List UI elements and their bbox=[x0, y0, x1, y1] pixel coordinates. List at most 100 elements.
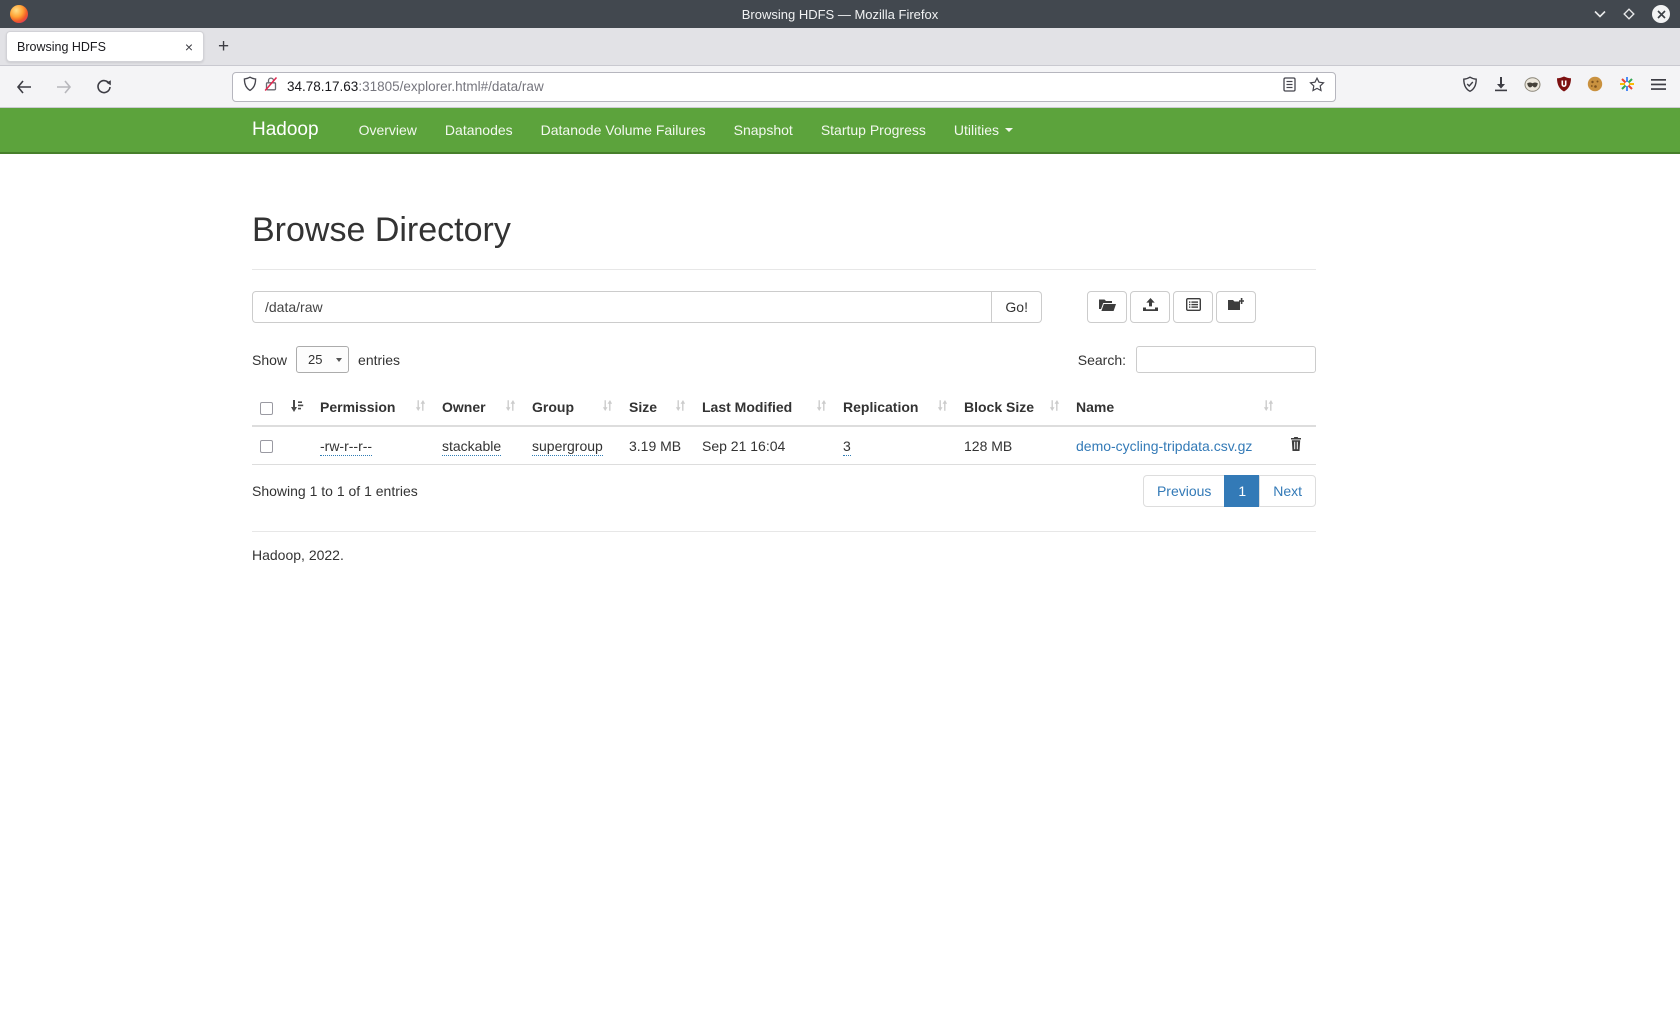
column-header-owner[interactable]: Owner bbox=[434, 389, 524, 426]
url-text[interactable]: 34.78.17.63:31805/explorer.html#/data/ra… bbox=[287, 79, 1283, 94]
nav-item-overview[interactable]: Overview bbox=[345, 122, 431, 138]
cut-paste-button[interactable] bbox=[1087, 291, 1127, 323]
browse-directory-page: Browse Directory Go! bbox=[252, 211, 1316, 563]
back-button[interactable] bbox=[10, 73, 38, 101]
upload-icon bbox=[1143, 298, 1158, 316]
forward-button[interactable] bbox=[50, 73, 78, 101]
path-input[interactable] bbox=[252, 291, 992, 323]
reload-button[interactable] bbox=[90, 73, 118, 101]
browser-toolbar: 34.78.17.63:31805/explorer.html#/data/ra… bbox=[0, 66, 1680, 108]
sort-active-icon bbox=[290, 399, 304, 415]
select-all-checkbox[interactable] bbox=[260, 402, 273, 415]
replication-value[interactable]: 3 bbox=[843, 438, 851, 456]
downloads-icon[interactable] bbox=[1494, 76, 1508, 97]
sort-icon bbox=[602, 399, 613, 415]
table-header-row: Permission Owner Group Size Last Modifie… bbox=[252, 389, 1316, 426]
sort-icon bbox=[505, 399, 516, 415]
sort-icon bbox=[1049, 399, 1060, 415]
pagination: Previous 1 Next bbox=[1143, 475, 1316, 507]
new-folder-icon bbox=[1228, 298, 1244, 316]
new-tab-button[interactable]: + bbox=[206, 36, 241, 58]
sort-icon bbox=[675, 399, 686, 415]
search-label: Search: bbox=[1078, 352, 1126, 368]
size-value: 3.19 MB bbox=[629, 438, 681, 454]
search-input[interactable] bbox=[1136, 346, 1316, 373]
protections-shield-icon[interactable] bbox=[1462, 76, 1478, 98]
insecure-lock-icon[interactable] bbox=[264, 76, 278, 97]
file-list-icon bbox=[1186, 298, 1201, 316]
window-titlebar: Browsing HDFS — Mozilla Firefox bbox=[0, 0, 1680, 28]
tab-title: Browsing HDFS bbox=[17, 40, 181, 54]
column-header-block-size[interactable]: Block Size bbox=[956, 389, 1068, 426]
upload-file-button[interactable] bbox=[1130, 291, 1170, 323]
last-modified-value: Sep 21 16:04 bbox=[702, 438, 785, 454]
go-button[interactable]: Go! bbox=[992, 291, 1042, 323]
menu-icon[interactable] bbox=[1651, 78, 1666, 96]
permission-value[interactable]: -rw-r--r-- bbox=[320, 438, 372, 456]
file-table: Permission Owner Group Size Last Modifie… bbox=[252, 389, 1316, 465]
sort-icon bbox=[1263, 399, 1274, 415]
nav-item-snapshot[interactable]: Snapshot bbox=[720, 122, 807, 138]
window-title: Browsing HDFS — Mozilla Firefox bbox=[0, 7, 1680, 22]
show-label: Show bbox=[252, 352, 287, 368]
table-row: -rw-r--r-- stackable supergroup 3.19 MB … bbox=[252, 426, 1316, 465]
column-header-group[interactable]: Group bbox=[524, 389, 621, 426]
entries-label: entries bbox=[358, 352, 400, 368]
firefox-logo-icon bbox=[10, 5, 28, 23]
footer-text: Hadoop, 2022. bbox=[252, 547, 1316, 563]
create-directory-button[interactable] bbox=[1216, 291, 1256, 323]
bookmark-star-icon[interactable] bbox=[1309, 77, 1325, 97]
url-path: :31805/explorer.html#/data/raw bbox=[358, 79, 543, 94]
entries-summary: Showing 1 to 1 of 1 entries bbox=[252, 483, 418, 499]
cookie-extension-icon[interactable] bbox=[1587, 76, 1603, 97]
row-checkbox[interactable] bbox=[260, 440, 273, 453]
file-link[interactable]: demo-cycling-tripdata.csv.gz bbox=[1076, 438, 1252, 454]
nav-item-datanodes[interactable]: Datanodes bbox=[431, 122, 527, 138]
footer-divider bbox=[252, 531, 1316, 532]
tab-close-icon[interactable]: × bbox=[181, 40, 197, 54]
sort-icon bbox=[415, 399, 426, 415]
group-value[interactable]: supergroup bbox=[532, 438, 603, 456]
window-minimize-icon[interactable] bbox=[1594, 10, 1606, 18]
extension-mask-icon[interactable] bbox=[1524, 77, 1541, 97]
column-header-permission[interactable]: Permission bbox=[312, 389, 434, 426]
select-all-header[interactable] bbox=[252, 389, 282, 426]
tab-bar: Browsing HDFS × + bbox=[0, 28, 1680, 66]
page-1-button[interactable]: 1 bbox=[1224, 475, 1260, 507]
page-title: Browse Directory bbox=[252, 211, 1316, 250]
delete-file-button[interactable] bbox=[1290, 437, 1302, 454]
column-header-last-modified[interactable]: Last Modified bbox=[694, 389, 835, 426]
column-header-name[interactable]: Name bbox=[1068, 389, 1282, 426]
window-maximize-icon[interactable] bbox=[1622, 7, 1636, 21]
entries-select[interactable]: 25 bbox=[296, 346, 349, 373]
sort-icon bbox=[816, 399, 827, 415]
chevron-down-icon bbox=[336, 358, 342, 362]
set-quota-button[interactable] bbox=[1173, 291, 1213, 323]
nav-item-startup-progress[interactable]: Startup Progress bbox=[807, 122, 940, 138]
owner-value[interactable]: stackable bbox=[442, 438, 501, 456]
url-host: 34.78.17.63 bbox=[287, 79, 358, 94]
navbar-brand[interactable]: Hadoop bbox=[252, 119, 319, 141]
trash-icon bbox=[1290, 437, 1302, 454]
hadoop-navbar: Hadoop Overview Datanodes Datanode Volum… bbox=[0, 108, 1680, 154]
chevron-down-icon bbox=[1005, 128, 1013, 132]
previous-page-button[interactable]: Previous bbox=[1143, 475, 1225, 507]
tracking-shield-icon[interactable] bbox=[243, 76, 257, 97]
divider bbox=[252, 269, 1316, 270]
nav-item-utilities[interactable]: Utilities bbox=[940, 122, 1027, 138]
next-page-button[interactable]: Next bbox=[1259, 475, 1316, 507]
colorburst-extension-icon[interactable] bbox=[1619, 76, 1635, 97]
ublock-icon[interactable] bbox=[1557, 76, 1571, 97]
nav-item-datanode-volume-failures[interactable]: Datanode Volume Failures bbox=[527, 122, 720, 138]
sort-icon bbox=[937, 399, 948, 415]
column-header-actions bbox=[1282, 389, 1316, 426]
column-header-replication[interactable]: Replication bbox=[835, 389, 956, 426]
window-close-icon[interactable] bbox=[1652, 5, 1670, 23]
url-bar[interactable]: 34.78.17.63:31805/explorer.html#/data/ra… bbox=[232, 72, 1336, 102]
column-header-size[interactable]: Size bbox=[621, 389, 694, 426]
active-sort-header[interactable] bbox=[282, 389, 312, 426]
tab-browsing-hdfs[interactable]: Browsing HDFS × bbox=[6, 31, 204, 62]
reader-mode-icon[interactable] bbox=[1283, 77, 1296, 97]
open-folder-icon bbox=[1099, 298, 1116, 316]
block-size-value: 128 MB bbox=[964, 438, 1012, 454]
